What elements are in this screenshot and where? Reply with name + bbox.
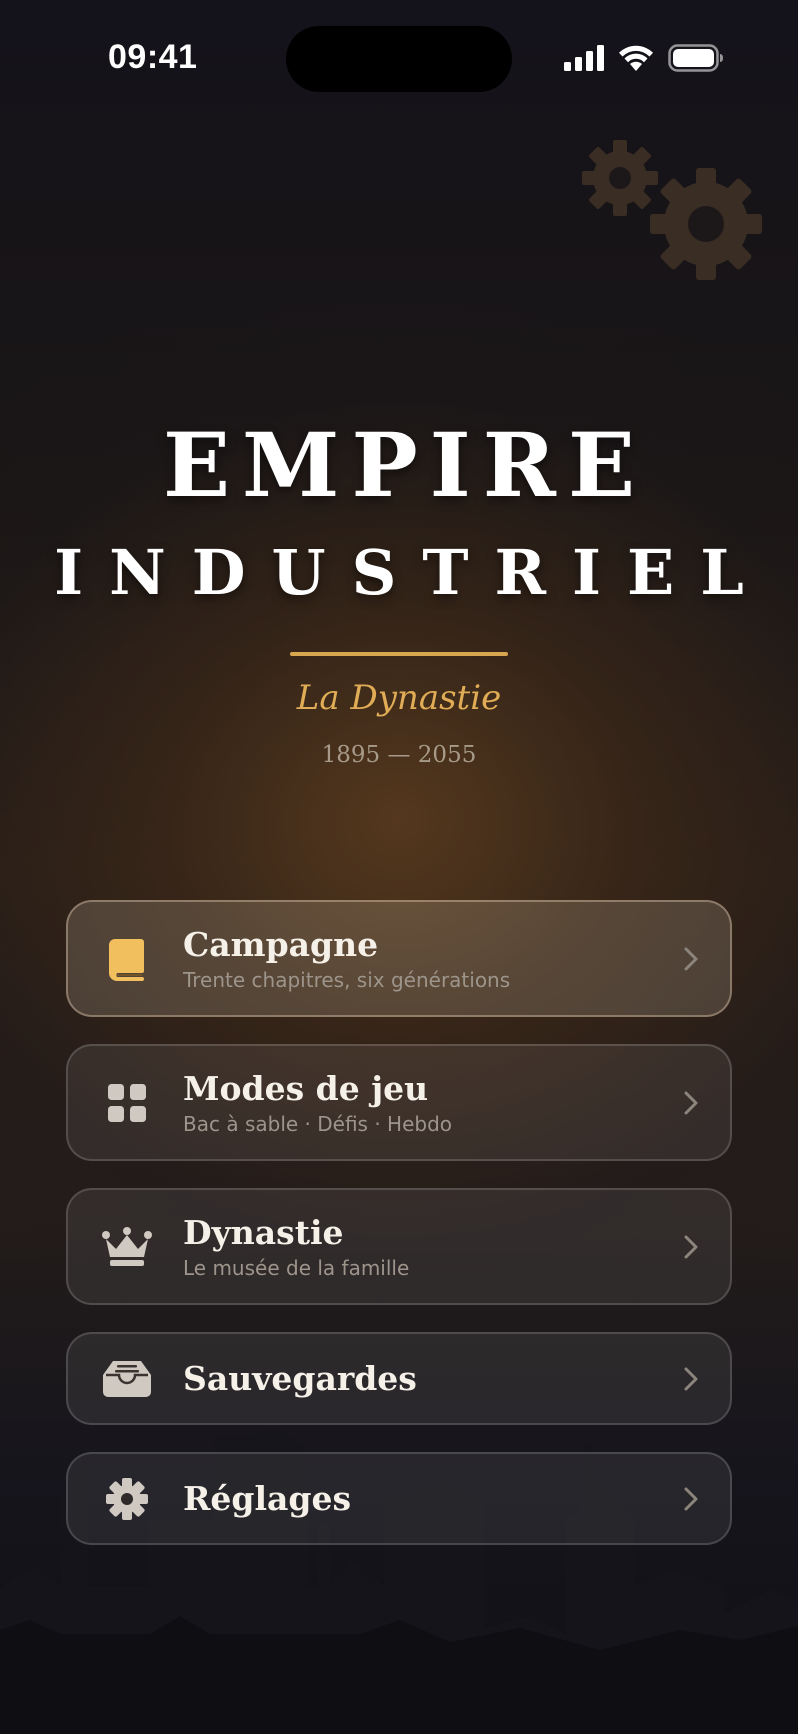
status-icons: [564, 44, 724, 72]
book-icon: [102, 934, 152, 984]
menu-item-title: Modes de jeu: [183, 1068, 429, 1108]
menu-item-text: Modes de jeu Bac à sable · Défis · Hebdo: [183, 1069, 650, 1137]
chevron-right-icon: [684, 1487, 698, 1510]
game-subtitle: La Dynastie: [296, 678, 502, 718]
title-divider: [290, 652, 508, 656]
dynamic-island: [286, 26, 512, 92]
menu-item-title: Campagne: [183, 924, 379, 964]
menu-item-text: Sauvegardes: [183, 1359, 650, 1399]
menu-item-sauvegardes[interactable]: Sauvegardes: [66, 1332, 732, 1425]
main-menu: Campagne Trente chapitres, six génératio…: [66, 900, 732, 1572]
menu-item-text: Réglages: [183, 1479, 650, 1519]
menu-item-text: Campagne Trente chapitres, six génératio…: [183, 925, 650, 993]
wifi-icon: [619, 45, 653, 71]
menu-item-subtitle: Trente chapitres, six générations: [183, 967, 511, 992]
menu-item-reglages[interactable]: Réglages: [66, 1452, 732, 1545]
grid-icon: [102, 1078, 152, 1128]
game-title-line2: INDUSTRIEL: [54, 536, 770, 609]
crown-icon: [102, 1222, 152, 1272]
menu-item-title: Réglages: [183, 1478, 352, 1518]
gears-decoration-icon: [582, 140, 762, 280]
menu-item-title: Sauvegardes: [183, 1358, 417, 1398]
title-block: EMPIRE INDUSTRIEL La Dynastie 1895 — 205…: [0, 410, 798, 770]
chevron-right-icon: [684, 1091, 698, 1114]
menu-item-title: Dynastie: [183, 1212, 344, 1252]
game-years: 1895 — 2055: [321, 742, 477, 768]
menu-item-subtitle: Le musée de la famille: [183, 1255, 410, 1280]
menu-item-campagne[interactable]: Campagne Trente chapitres, six génératio…: [66, 900, 732, 1017]
game-title-line1: EMPIRE: [162, 413, 648, 517]
inbox-tray-icon: [102, 1354, 152, 1404]
status-bar: 09:41: [0, 0, 798, 110]
chevron-right-icon: [684, 1367, 698, 1390]
chevron-right-icon: [684, 1235, 698, 1258]
menu-item-modes-de-jeu[interactable]: Modes de jeu Bac à sable · Défis · Hebdo: [66, 1044, 732, 1161]
menu-item-subtitle: Bac à sable · Défis · Hebdo: [183, 1111, 453, 1136]
gear-icon: [102, 1474, 152, 1524]
chevron-right-icon: [684, 947, 698, 970]
cellular-signal-icon: [564, 45, 604, 71]
status-time: 09:41: [108, 38, 198, 76]
battery-icon: [668, 44, 723, 72]
menu-item-dynastie[interactable]: Dynastie Le musée de la famille: [66, 1188, 732, 1305]
menu-item-text: Dynastie Le musée de la famille: [183, 1213, 650, 1281]
